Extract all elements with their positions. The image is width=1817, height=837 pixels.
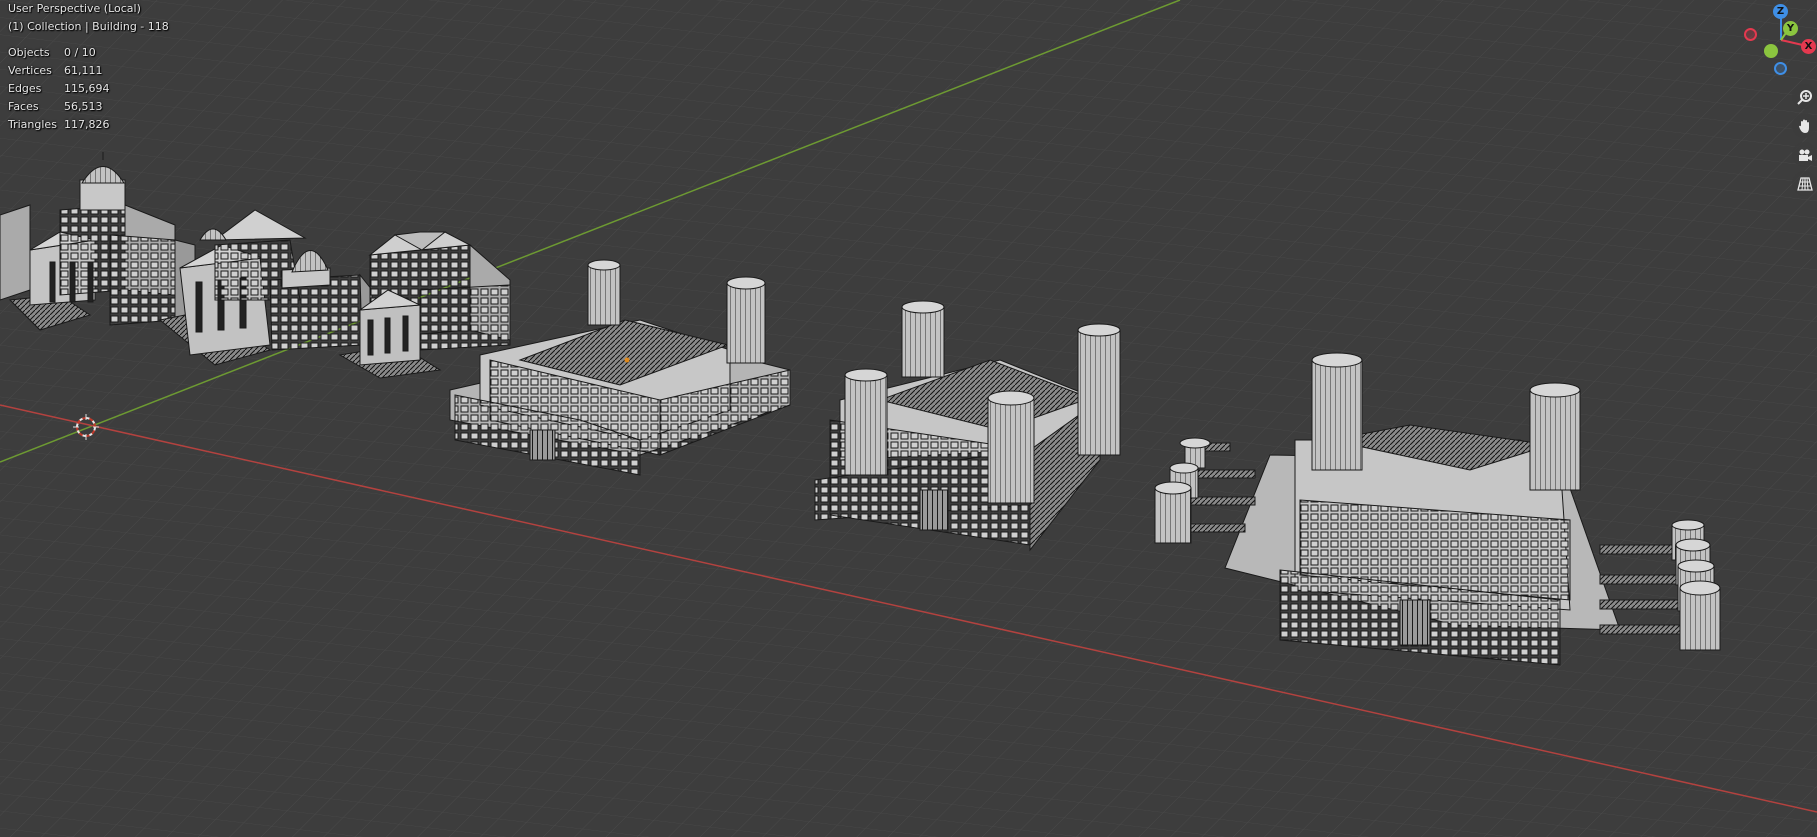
viewport-info-overlay: User Perspective (Local) (1) Collection … [8,0,169,134]
3d-viewport[interactable] [0,0,1817,837]
stat-row-triangles: Triangles 117,826 [8,116,169,134]
grid-perspective-icon [1796,176,1813,191]
stat-label: Objects [8,46,50,59]
stat-value: 0 / 10 [64,46,96,59]
stat-label: Faces [8,100,39,113]
zoom-button[interactable] [1792,84,1817,109]
camera-icon [1798,149,1812,161]
perspective-toggle-button[interactable] [1792,171,1817,196]
stat-label: Triangles [8,118,57,131]
stat-row-edges: Edges 115,694 [8,80,169,98]
stat-label: Edges [8,82,42,95]
stat-label: Vertices [8,64,52,77]
stat-row-vertices: Vertices 61,111 [8,62,169,80]
stat-value: 61,111 [64,64,103,77]
pan-button[interactable] [1792,113,1817,138]
gizmo-axis-y[interactable]: Y [1783,21,1798,36]
view-context: (1) Collection | Building - 118 [8,20,169,33]
gizmo-axis-z[interactable]: Z [1773,4,1788,19]
gizmo-neg-y[interactable] [1764,44,1778,58]
stat-value: 117,826 [64,118,110,131]
scene-statistics: Objects 0 / 10 Vertices 61,111 Edges 115… [8,44,169,134]
gizmo-neg-z[interactable] [1774,62,1787,75]
stat-value: 115,694 [64,82,110,95]
stat-value: 56,513 [64,100,103,113]
navigation-gizmo[interactable]: Z Y X [1736,0,1817,80]
gizmo-axis-x[interactable]: X [1801,39,1816,54]
camera-view-button[interactable] [1792,142,1817,167]
stat-row-objects: Objects 0 / 10 [8,44,169,62]
stat-row-faces: Faces 56,513 [8,98,169,116]
gizmo-neg-x[interactable] [1744,28,1757,41]
hand-pan-icon [1798,119,1809,133]
zoom-icon [1796,89,1812,105]
view-name: User Perspective (Local) [8,2,141,15]
